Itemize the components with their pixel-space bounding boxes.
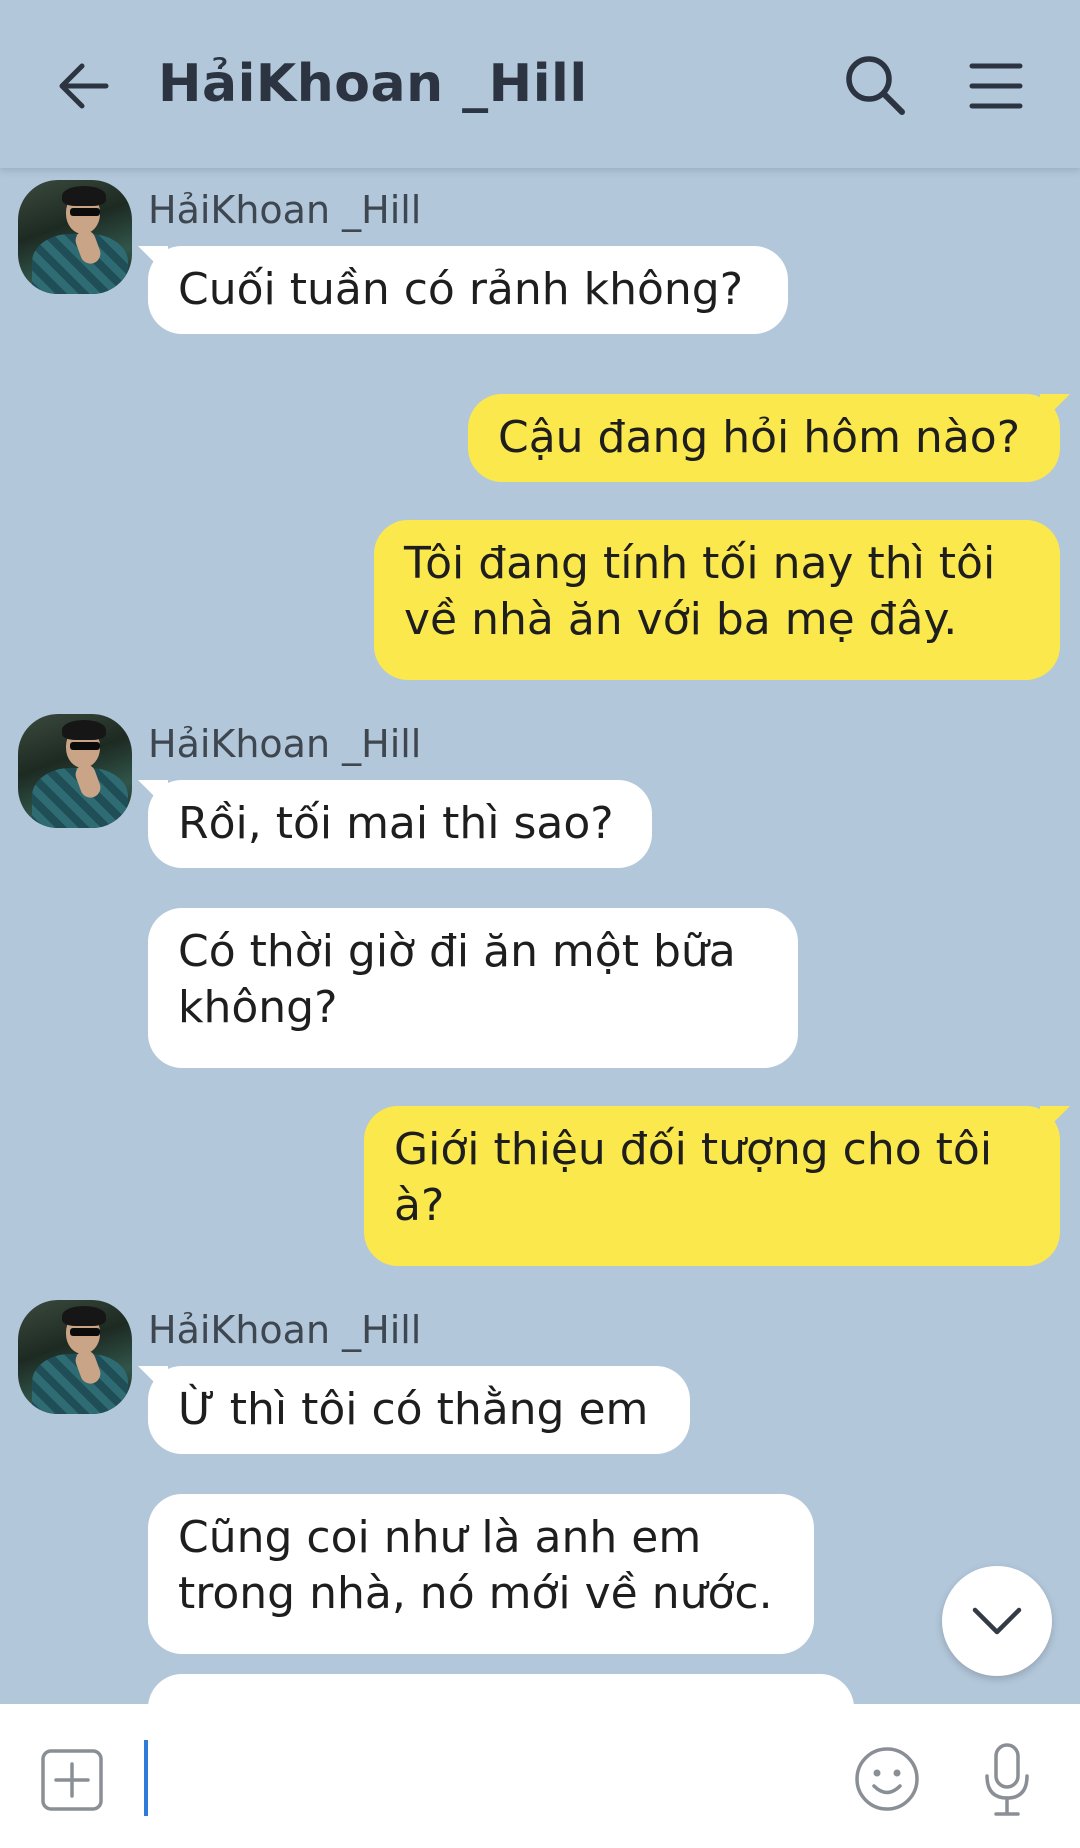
microphone-icon[interactable]: [982, 1742, 1032, 1818]
incoming-message[interactable]: Rồi, tối mai thì sao?: [148, 780, 652, 868]
text-cursor: [144, 1740, 148, 1816]
message-line: không?: [178, 982, 338, 1033]
message-list[interactable]: HảiKhoan _Hill Cuối tuần có rảnh không? …: [0, 168, 1080, 1704]
chat-title: HảiKhoan _Hill: [158, 54, 588, 114]
incoming-message[interactable]: Ừ thì tôi có thằng em: [148, 1366, 690, 1454]
message-line: Cũng coi như là anh em: [178, 1512, 702, 1563]
outgoing-message[interactable]: Giới thiệu đối tượng cho tôi à?: [364, 1106, 1060, 1266]
message-line: à?: [394, 1180, 445, 1231]
sender-name: HảiKhoan _Hill: [148, 1308, 422, 1352]
sender-name: HảiKhoan _Hill: [148, 188, 422, 232]
scroll-to-bottom-button[interactable]: [942, 1566, 1052, 1676]
message-line: Tôi đang tính tối nay thì tôi: [404, 538, 996, 589]
avatar[interactable]: [18, 1300, 132, 1414]
arrow-left-icon[interactable]: [52, 54, 116, 118]
incoming-message[interactable]: Cũng coi như là anh em trong nhà, nó mới…: [148, 1494, 814, 1654]
incoming-message-partial[interactable]: [148, 1674, 854, 1704]
smiley-icon[interactable]: [852, 1744, 922, 1814]
plus-square-icon[interactable]: [40, 1748, 104, 1812]
message-line: Giới thiệu đối tượng cho tôi: [394, 1124, 993, 1175]
message-input[interactable]: [150, 1744, 810, 1814]
chevron-down-icon: [972, 1607, 1022, 1635]
chat-header: HảiKhoan _Hill: [0, 0, 1080, 168]
message-line: trong nhà, nó mới về nước.: [178, 1568, 773, 1619]
outgoing-message[interactable]: Cậu đang hỏi hôm nào?: [468, 394, 1060, 482]
hamburger-menu-icon[interactable]: [966, 56, 1026, 116]
outgoing-message[interactable]: Tôi đang tính tối nay thì tôi về nhà ăn …: [374, 520, 1060, 680]
avatar[interactable]: [18, 714, 132, 828]
incoming-message[interactable]: Cuối tuần có rảnh không?: [148, 246, 788, 334]
search-icon[interactable]: [842, 52, 908, 118]
message-line: về nhà ăn với ba mẹ đây.: [404, 594, 958, 645]
avatar[interactable]: [18, 180, 132, 294]
sender-name: HảiKhoan _Hill: [148, 722, 422, 766]
incoming-message[interactable]: Có thời giờ đi ăn một bữa không?: [148, 908, 798, 1068]
message-input-bar: [0, 1704, 1080, 1848]
message-line: Có thời giờ đi ăn một bữa: [178, 926, 736, 977]
